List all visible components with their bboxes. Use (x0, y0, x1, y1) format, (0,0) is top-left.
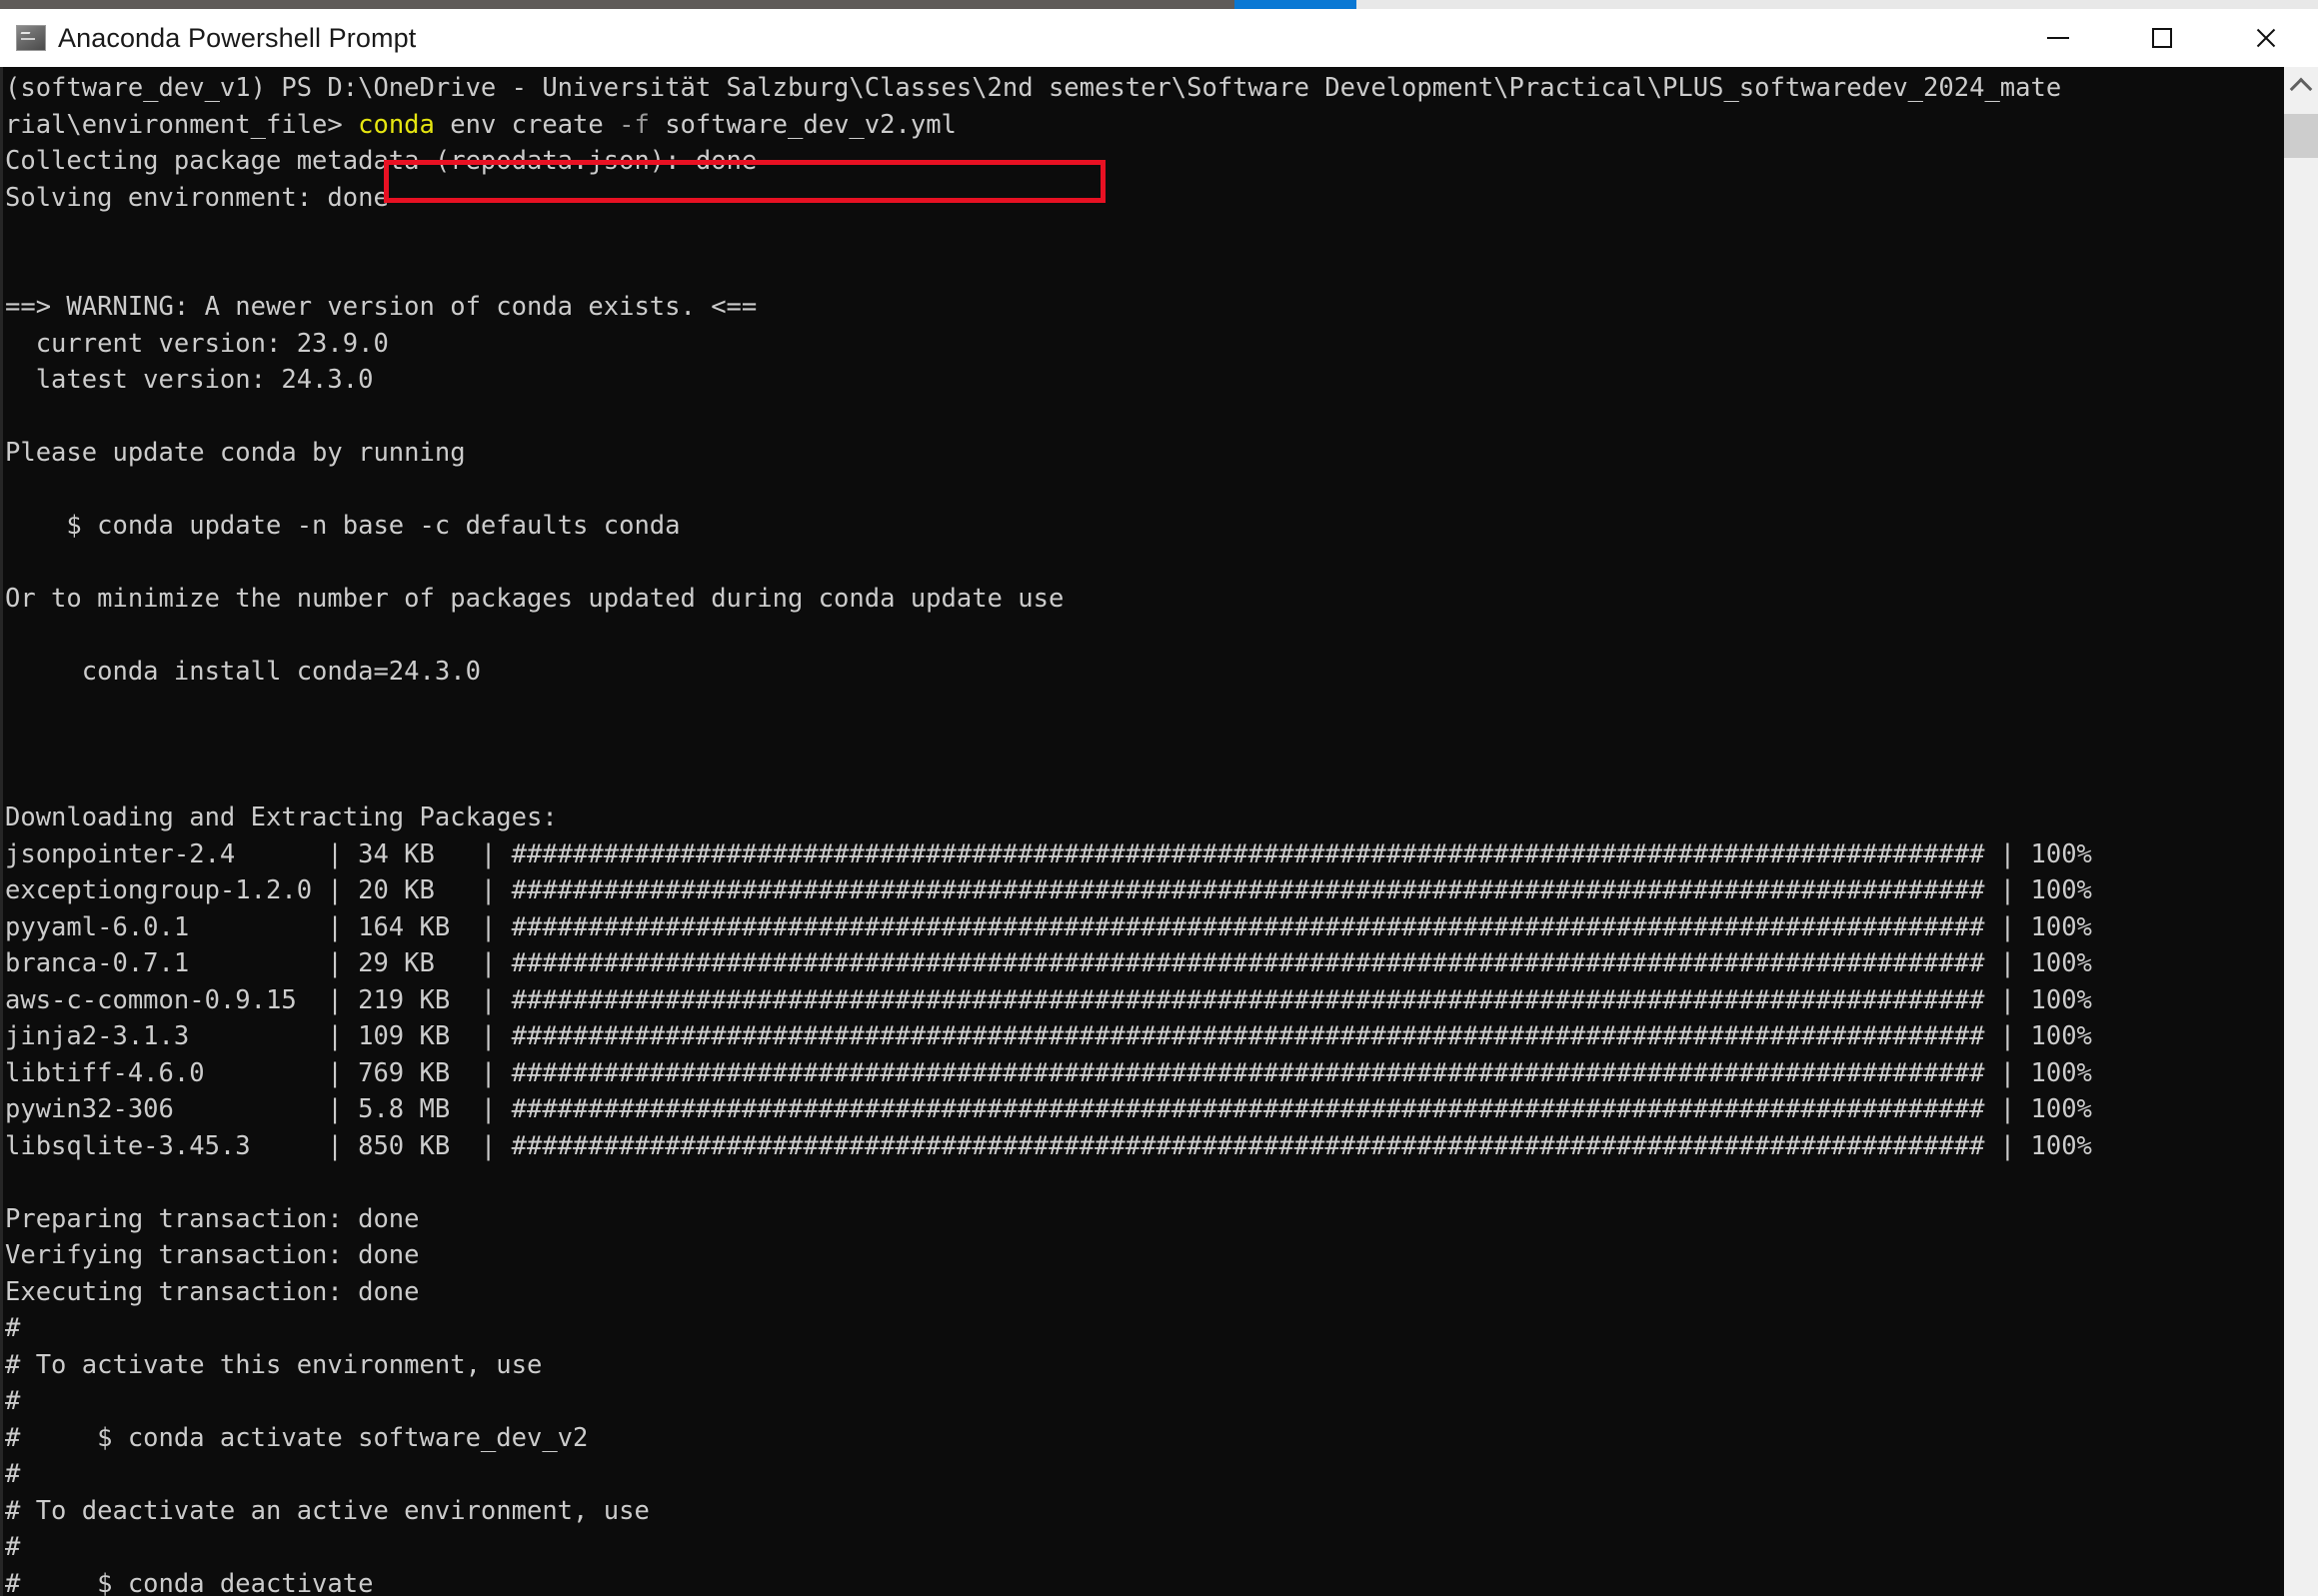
terminal-area: (software_dev_v1) PS D:\OneDrive - Unive… (0, 67, 2318, 1596)
minimize-icon (2047, 37, 2069, 39)
terminal-scrollbar[interactable] (2284, 67, 2318, 1596)
scrollbar-thumb[interactable] (2284, 114, 2318, 158)
title-bar[interactable]: Anaconda Powershell Prompt (0, 9, 2318, 67)
window-title: Anaconda Powershell Prompt (58, 22, 417, 53)
minimize-button[interactable] (2006, 9, 2110, 67)
close-icon (2254, 26, 2278, 50)
top-strip-dark-segment (0, 0, 1234, 9)
terminal-console[interactable]: (software_dev_v1) PS D:\OneDrive - Unive… (0, 67, 2284, 1596)
terminal-output: (software_dev_v1) PS D:\OneDrive - Unive… (5, 73, 2092, 1596)
maximize-icon (2152, 28, 2172, 48)
app-window: Anaconda Powershell Prompt (software_dev… (0, 0, 2318, 1596)
close-button[interactable] (2214, 9, 2318, 67)
maximize-button[interactable] (2110, 9, 2214, 67)
console-icon (16, 25, 46, 51)
chevron-up-icon (2289, 77, 2313, 101)
scroll-up-button[interactable] (2284, 67, 2318, 107)
window-top-strip (0, 0, 2318, 9)
top-strip-accent-segment (1234, 0, 1356, 9)
window-controls (2006, 9, 2318, 67)
